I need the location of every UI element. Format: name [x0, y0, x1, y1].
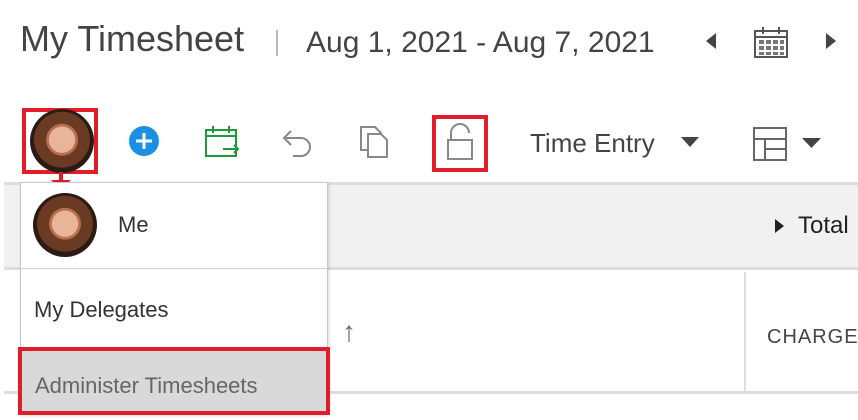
- menu-item-me[interactable]: Me: [21, 183, 327, 268]
- add-icon[interactable]: [128, 125, 160, 157]
- menu-divider: [21, 268, 327, 269]
- chevron-down-icon[interactable]: [681, 137, 699, 147]
- sort-ascending-icon[interactable]: ↑: [342, 316, 356, 348]
- lock-icon: [447, 123, 473, 160]
- view-selector[interactable]: Time Entry: [530, 128, 655, 159]
- calendar-icon[interactable]: [753, 25, 789, 59]
- page-title: My Timesheet: [20, 18, 245, 59]
- undo-icon[interactable]: [281, 125, 315, 159]
- previous-week-icon[interactable]: [706, 33, 716, 49]
- lock-button[interactable]: [432, 115, 488, 172]
- calendar-arrow-icon[interactable]: [203, 124, 241, 160]
- grid-layout-button[interactable]: [752, 126, 826, 162]
- charge-column-header[interactable]: CHARGE: [767, 326, 858, 349]
- menu-item-label: My Delegates: [34, 297, 169, 322]
- avatar: [33, 193, 97, 257]
- column-divider: [744, 272, 746, 392]
- avatar: [30, 109, 94, 173]
- menu-item-my-delegates[interactable]: My Delegates: [21, 270, 327, 346]
- expand-total-icon[interactable]: [775, 219, 784, 233]
- menu-item-label: Administer Timesheets: [35, 373, 258, 398]
- menu-item-label: Me: [118, 212, 149, 237]
- date-range: Aug 1, 2021 - Aug 7, 2021: [306, 26, 655, 59]
- next-week-icon[interactable]: [826, 33, 836, 49]
- copy-icon[interactable]: [357, 124, 391, 160]
- menu-item-administer-timesheets[interactable]: Administer Timesheets: [18, 347, 330, 415]
- grid-icon: [753, 127, 821, 161]
- user-avatar-button[interactable]: [22, 108, 98, 174]
- total-column-label[interactable]: Total: [798, 212, 849, 240]
- title-divider: [276, 30, 278, 56]
